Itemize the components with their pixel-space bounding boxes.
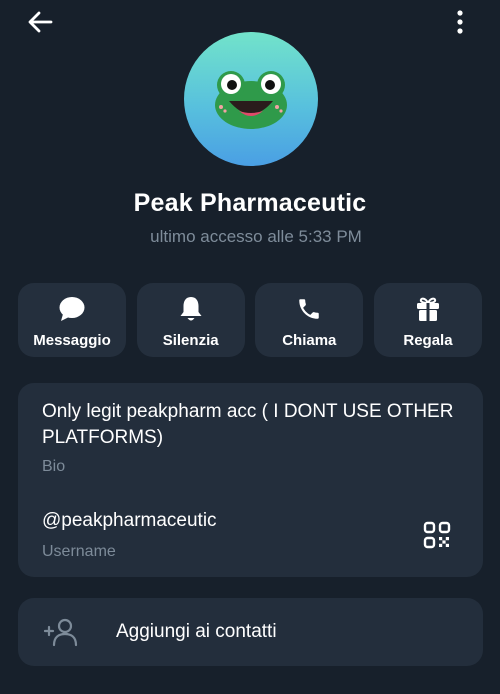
gift-label: Regala (403, 332, 453, 349)
add-user-icon (44, 615, 80, 649)
qr-code-button[interactable] (421, 519, 453, 551)
action-bar: Messaggio Silenzia Chiama Regala (18, 283, 482, 357)
call-button[interactable]: Chiama (255, 283, 364, 357)
bio-label: Bio (42, 458, 66, 475)
mute-label: Silenzia (162, 332, 219, 349)
bio-text: Only legit peakpharm acc ( I DONT USE OT… (42, 401, 454, 448)
phone-icon (295, 295, 323, 323)
back-button[interactable] (24, 6, 56, 38)
bell-icon (177, 295, 205, 323)
gift-button[interactable]: Regala (373, 283, 482, 357)
more-options-button[interactable] (448, 6, 472, 38)
arrow-left-icon (28, 11, 53, 33)
profile-name: Peak Pharmaceutic (133, 189, 367, 217)
frog-emoji-avatar (215, 71, 287, 129)
gift-icon (414, 295, 442, 323)
username-label: Username (42, 543, 116, 560)
last-seen-status: ultimo accesso alle 5:33 PM (150, 227, 362, 246)
add-contact-label: Aggiungi ai contatti (116, 621, 277, 642)
message-button[interactable]: Messaggio (18, 283, 126, 357)
add-contact-button[interactable]: Aggiungi ai contatti (18, 598, 483, 666)
mute-button[interactable]: Silenzia (136, 283, 245, 357)
more-vertical-icon (457, 10, 463, 34)
avatar[interactable] (184, 32, 318, 166)
qr-code-icon (423, 521, 451, 549)
message-label: Messaggio (33, 332, 111, 349)
username-text[interactable]: @peakpharmaceutic (42, 510, 217, 532)
info-card: Only legit peakpharm acc ( I DONT USE OT… (18, 383, 483, 577)
call-label: Chiama (282, 332, 337, 349)
message-icon (58, 295, 86, 323)
